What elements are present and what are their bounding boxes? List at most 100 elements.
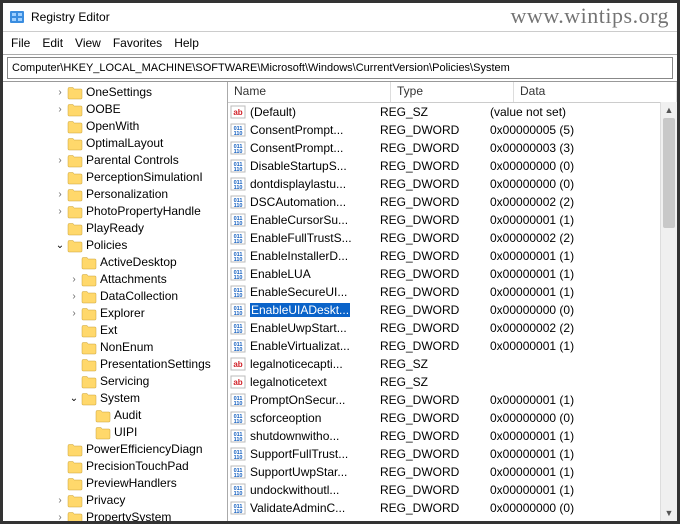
tree-toggle-icon[interactable]: › (53, 509, 67, 521)
tree-toggle-icon[interactable]: › (53, 152, 67, 169)
value-row[interactable]: ablegalnoticetextREG_SZ (228, 373, 677, 391)
tree-item[interactable]: ›Attachments (5, 271, 227, 288)
tree-item[interactable]: ›Explorer (5, 305, 227, 322)
scrollbar-thumb[interactable] (663, 118, 675, 228)
app-icon (9, 9, 25, 25)
value-row[interactable]: ab(Default)REG_SZ(value not set) (228, 103, 677, 121)
tree-item[interactable]: ›PhotoPropertyHandle (5, 203, 227, 220)
tree-item[interactable]: UIPI (5, 424, 227, 441)
tree-item[interactable]: PrecisionTouchPad (5, 458, 227, 475)
tree-item[interactable]: ⌄Policies (5, 237, 227, 254)
tree-item[interactable]: ›DataCollection (5, 288, 227, 305)
value-row[interactable]: 011110undockwithoutl...REG_DWORD0x000000… (228, 481, 677, 499)
tree-item[interactable]: ›OOBE (5, 101, 227, 118)
scroll-down-button[interactable]: ▼ (661, 505, 677, 521)
value-data: 0x00000001 (1) (490, 267, 677, 281)
tree-toggle-icon[interactable]: ⌄ (67, 390, 81, 407)
value-row[interactable]: 011110EnableUIADeskt...REG_DWORD0x000000… (228, 301, 677, 319)
scroll-up-button[interactable]: ▲ (661, 102, 677, 118)
tree-item-label: NonEnum (100, 339, 153, 356)
value-data: 0x00000001 (1) (490, 447, 677, 461)
value-row[interactable]: 011110scforceoptionREG_DWORD0x00000000 (… (228, 409, 677, 427)
value-row[interactable]: 011110SupportUwpStar...REG_DWORD0x000000… (228, 463, 677, 481)
tree-toggle-icon[interactable]: › (53, 101, 67, 118)
value-type: REG_DWORD (380, 159, 490, 173)
value-row[interactable]: 011110EnableLUAREG_DWORD0x00000001 (1) (228, 265, 677, 283)
menu-help[interactable]: Help (174, 36, 199, 50)
value-row[interactable]: 011110SupportFullTrust...REG_DWORD0x0000… (228, 445, 677, 463)
tree-toggle-icon[interactable]: › (53, 492, 67, 509)
value-row[interactable]: 011110ConsentPrompt...REG_DWORD0x0000000… (228, 121, 677, 139)
tree-item[interactable]: ›Privacy (5, 492, 227, 509)
tree-toggle-icon[interactable]: › (53, 203, 67, 220)
svg-text:110: 110 (234, 401, 243, 407)
value-name: shutdownwitho... (250, 429, 339, 443)
tree-item[interactable]: PreviewHandlers (5, 475, 227, 492)
tree-toggle-icon[interactable]: › (53, 84, 67, 101)
value-row[interactable]: 011110shutdownwitho...REG_DWORD0x0000000… (228, 427, 677, 445)
tree-item[interactable]: Audit (5, 407, 227, 424)
value-type: REG_DWORD (380, 249, 490, 263)
tree-toggle-icon[interactable]: › (53, 186, 67, 203)
menu-favorites[interactable]: Favorites (113, 36, 162, 50)
folder-icon (67, 171, 83, 185)
value-type: REG_DWORD (380, 321, 490, 335)
value-row[interactable]: 011110EnableCursorSu...REG_DWORD0x000000… (228, 211, 677, 229)
value-row[interactable]: 011110PromptOnSecur...REG_DWORD0x0000000… (228, 391, 677, 409)
menu-view[interactable]: View (75, 36, 101, 50)
tree-toggle-icon[interactable]: › (67, 271, 81, 288)
value-row[interactable]: 011110EnableSecureUI...REG_DWORD0x000000… (228, 283, 677, 301)
folder-icon (67, 239, 83, 253)
value-row[interactable]: 011110EnableVirtualizat...REG_DWORD0x000… (228, 337, 677, 355)
value-data: 0x00000002 (2) (490, 195, 677, 209)
dword-value-icon: 011110 (230, 410, 246, 426)
tree-item[interactable]: › PropertySystem (5, 509, 227, 521)
tree-item[interactable]: ›Parental Controls (5, 152, 227, 169)
svg-text:ab: ab (233, 108, 242, 117)
folder-icon (81, 375, 97, 389)
value-row[interactable]: 011110DisableStartupS...REG_DWORD0x00000… (228, 157, 677, 175)
value-type: REG_DWORD (380, 447, 490, 461)
value-row[interactable]: 011110ConsentPrompt...REG_DWORD0x0000000… (228, 139, 677, 157)
address-input[interactable] (7, 57, 673, 79)
svg-text:110: 110 (234, 167, 243, 173)
menu-edit[interactable]: Edit (42, 36, 63, 50)
value-row[interactable]: 011110ValidateAdminC...REG_DWORD0x000000… (228, 499, 677, 517)
column-header-name[interactable]: Name (228, 82, 391, 102)
value-data: 0x00000000 (0) (490, 177, 677, 191)
folder-icon (81, 273, 97, 287)
tree-toggle-icon[interactable]: ⌄ (53, 237, 67, 254)
menu-file[interactable]: File (11, 36, 30, 50)
tree-item[interactable]: ActiveDesktop (5, 254, 227, 271)
tree-item[interactable]: OpenWith (5, 118, 227, 135)
tree-item[interactable]: PerceptionSimulationI (5, 169, 227, 186)
value-row[interactable]: ablegalnoticecapti...REG_SZ (228, 355, 677, 373)
tree-item[interactable]: ›Personalization (5, 186, 227, 203)
tree-toggle-icon[interactable]: › (67, 305, 81, 322)
value-row[interactable]: 011110EnableUwpStart...REG_DWORD0x000000… (228, 319, 677, 337)
tree-toggle-icon[interactable]: › (67, 288, 81, 305)
value-name: SupportFullTrust... (250, 447, 348, 461)
tree-item[interactable]: PresentationSettings (5, 356, 227, 373)
tree-pane[interactable]: ›OneSettings›OOBEOpenWithOptimalLayout›P… (3, 82, 228, 521)
value-row[interactable]: 011110dontdisplaylastu...REG_DWORD0x0000… (228, 175, 677, 193)
tree-item-label: ActiveDesktop (100, 254, 177, 271)
tree-item-label: PropertySystem (86, 509, 171, 521)
tree-item[interactable]: ⌄System (5, 390, 227, 407)
tree-item[interactable]: OptimalLayout (5, 135, 227, 152)
value-row[interactable]: 011110EnableFullTrustS...REG_DWORD0x0000… (228, 229, 677, 247)
scrollbar-vertical[interactable]: ▲ ▼ (660, 102, 677, 521)
tree-item[interactable]: Servicing (5, 373, 227, 390)
tree-item[interactable]: Ext (5, 322, 227, 339)
value-row[interactable]: 011110EnableInstallerD...REG_DWORD0x0000… (228, 247, 677, 265)
column-header-data[interactable]: Data (514, 82, 677, 102)
tree-item[interactable]: ›OneSettings (5, 84, 227, 101)
value-name: EnableFullTrustS... (250, 231, 352, 245)
tree-item[interactable]: NonEnum (5, 339, 227, 356)
value-row[interactable]: 011110DSCAutomation...REG_DWORD0x0000000… (228, 193, 677, 211)
tree-item[interactable]: PlayReady (5, 220, 227, 237)
folder-icon (67, 154, 83, 168)
dword-value-icon: 011110 (230, 392, 246, 408)
tree-item[interactable]: PowerEfficiencyDiagn (5, 441, 227, 458)
column-header-type[interactable]: Type (391, 82, 514, 102)
